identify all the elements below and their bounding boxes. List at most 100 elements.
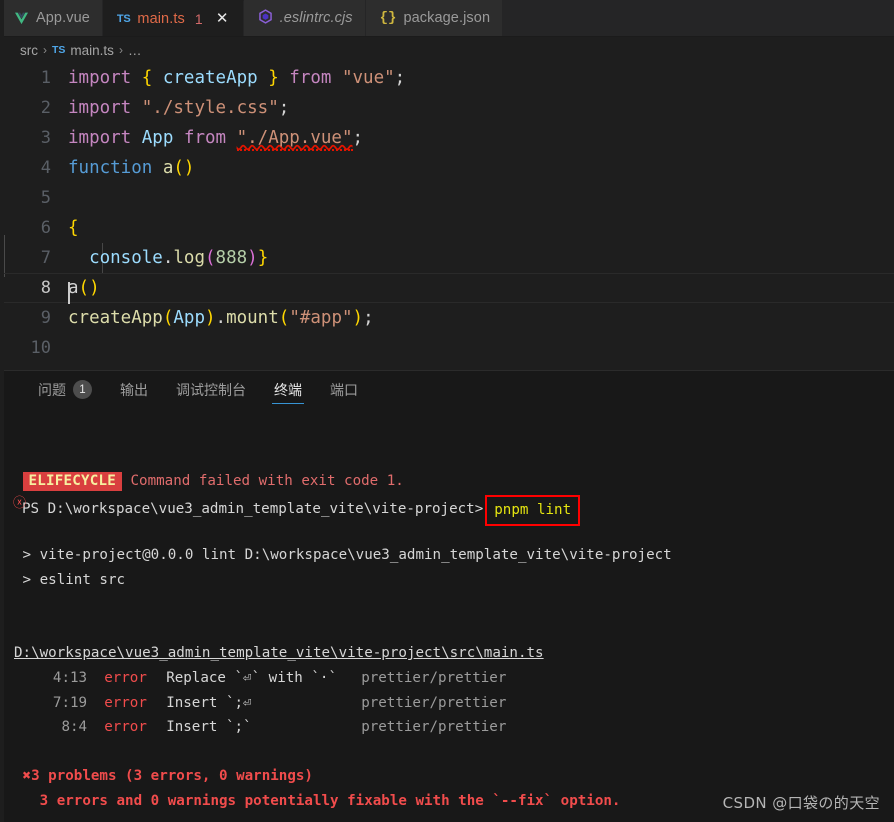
- editor-tab-package-json[interactable]: {} package.json: [365, 0, 504, 36]
- error-rule: prettier/prettier: [361, 669, 507, 686]
- left-edge-rail: [0, 0, 4, 822]
- code-token: (: [205, 248, 216, 268]
- code-token: ): [204, 308, 216, 328]
- code-token: ;: [278, 98, 290, 118]
- code-line: 1 import { createApp } from "vue";: [0, 63, 894, 93]
- code-token: .: [215, 308, 227, 328]
- vscode-window: App.vue TS main.ts 1 ✕ .eslintrc.cjs {} …: [0, 0, 894, 822]
- code-line: 4 function a(): [0, 153, 894, 183]
- code-token: log: [173, 248, 205, 268]
- error-level: error: [104, 719, 147, 736]
- code-line: 10: [0, 333, 894, 363]
- code-token: import: [68, 68, 142, 88]
- code-token: (: [162, 308, 174, 328]
- line-number: 6: [40, 218, 51, 238]
- terminal-output[interactable]: ELIFECYCLE Command failed with exit code…: [0, 408, 894, 822]
- code-line: 2 import "./style.css";: [0, 93, 894, 123]
- panel-tab-debug-console[interactable]: 调试控制台: [162, 371, 260, 408]
- line-number: 7: [40, 248, 51, 268]
- code-token-error: "./App.vue": [236, 128, 353, 151]
- bottom-panel: 问题 1 输出 调试控制台 终端 端口 ELIFECYCLE Command f…: [0, 370, 894, 822]
- code-token: from: [278, 68, 342, 88]
- code-content: import App from "./App.vue";: [68, 128, 363, 151]
- code-token: App: [141, 128, 174, 148]
- close-icon[interactable]: ✕: [214, 11, 231, 26]
- panel-tab-ports[interactable]: 端口: [316, 371, 372, 408]
- terminal-line: > eslint src: [0, 568, 894, 593]
- code-editor[interactable]: 1 import { createApp } from "vue"; 2 imp…: [0, 63, 894, 370]
- fixable-summary: 3 errors and 0 warnings potentially fixa…: [39, 792, 621, 809]
- terminal-prompt: PS D:\workspace\vue3_admin_template_vite…: [22, 500, 484, 517]
- panel-tab-output[interactable]: 输出: [106, 371, 162, 408]
- terminal-prompt-line: ⓧ PS D:\workspace\vue3_admin_template_vit…: [0, 494, 894, 527]
- eslint-icon: [258, 8, 273, 28]
- editor-tab-label: package.json: [403, 10, 491, 26]
- code-token: createApp: [152, 68, 269, 88]
- code-token: (): [173, 158, 195, 178]
- editor-tab-problem-badge: 1: [194, 10, 203, 27]
- code-token: ): [352, 308, 364, 328]
- line-number: 8: [40, 278, 51, 298]
- code-line: 6 {: [0, 213, 894, 243]
- code-token: "#app": [289, 308, 353, 328]
- error-position: 8:4: [61, 719, 88, 736]
- tab-bar-empty-space: [503, 0, 894, 36]
- editor-tab-eslintrc[interactable]: .eslintrc.cjs: [243, 0, 366, 36]
- error-level: error: [104, 694, 147, 711]
- terminal-error-text: Command failed with exit code 1.: [130, 473, 404, 490]
- terminal-error-entry: 8:4 error Insert `;` prettier/prettier: [0, 715, 894, 740]
- code-token: function: [68, 158, 163, 178]
- code-content: a(): [68, 278, 100, 304]
- json-icon: {}: [379, 10, 397, 26]
- terminal-line-elifecycle: ELIFECYCLE Command failed with exit code…: [0, 469, 894, 494]
- panel-tab-problems[interactable]: 问题 1: [24, 371, 106, 408]
- breadcrumb-file[interactable]: main.ts: [70, 43, 114, 58]
- code-content: function a(): [68, 158, 194, 178]
- code-token: import: [68, 128, 142, 148]
- code-line: 7 console.log(888)}: [0, 243, 894, 273]
- error-file-path[interactable]: D:\workspace\vue3_admin_template_vite\vi…: [14, 645, 544, 661]
- terminal-run-line: > eslint src: [22, 571, 126, 588]
- typescript-icon: TS: [52, 44, 66, 56]
- error-message: Insert `;⏎: [166, 694, 252, 711]
- editor-tab-label: main.ts: [137, 10, 185, 27]
- terminal-error-entry: 7:19 error Insert `;⏎ prettier/prettier: [0, 691, 894, 716]
- code-token: {: [141, 68, 153, 88]
- terminal-error-entry: 4:13 error Replace `⏎` with `·` prettier/p…: [0, 666, 894, 691]
- code-line: 5: [0, 183, 894, 213]
- error-message: Replace `⏎` with `·`: [166, 669, 338, 686]
- editor-tab-app-vue[interactable]: App.vue: [0, 0, 103, 36]
- code-line: 9 createApp(App).mount("#app");: [0, 303, 894, 333]
- error-circle-icon: ⓧ: [13, 495, 27, 511]
- panel-bottom-edge: [0, 818, 894, 822]
- code-token: 888: [215, 248, 248, 268]
- panel-tab-terminal[interactable]: 终端: [260, 371, 316, 408]
- panel-tab-label: 端口: [330, 382, 358, 399]
- terminal-summary-line: ✖3 problems (3 errors, 0 warnings): [0, 764, 894, 789]
- code-token: }: [257, 248, 269, 268]
- editor-tab-main-ts[interactable]: TS main.ts 1 ✕: [102, 0, 244, 36]
- elifecycle-badge: ELIFECYCLE: [22, 472, 122, 492]
- error-position: 4:13: [52, 669, 88, 686]
- panel-tab-label: 输出: [120, 382, 148, 399]
- code-content: console.log(888)}: [68, 248, 268, 268]
- breadcrumb-ellipsis[interactable]: …: [128, 43, 142, 58]
- panel-tab-label: 调试控制台: [176, 382, 246, 399]
- problems-summary: 3 problems (3 errors, 0 warnings): [31, 768, 313, 785]
- terminal-error-file-line[interactable]: D:\workspace\vue3_admin_template_vite\vi…: [0, 641, 894, 666]
- line-number: 9: [40, 308, 51, 328]
- code-line: 3 import App from "./App.vue";: [0, 123, 894, 153]
- code-token: {: [68, 218, 79, 238]
- code-token: "./style.css": [141, 98, 279, 118]
- code-line-current: 8 a(): [0, 273, 894, 304]
- code-token: (: [278, 308, 290, 328]
- code-content: createApp(App).mount("#app");: [68, 308, 374, 328]
- terminal-run-line: > vite-project@0.0.0 lint D:\workspace\v…: [22, 546, 672, 563]
- breadcrumb: src › TS main.ts › …: [0, 37, 894, 63]
- breadcrumb-folder[interactable]: src: [20, 43, 38, 58]
- code-token: App: [173, 308, 205, 328]
- line-number: 4: [40, 158, 51, 178]
